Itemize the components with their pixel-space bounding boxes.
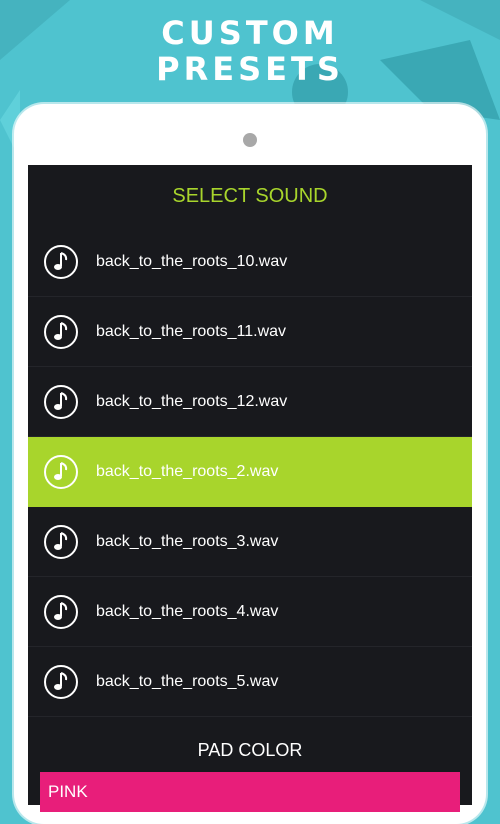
sound-list-item[interactable]: back_to_the_roots_12.wav [28, 367, 472, 437]
sound-list-item[interactable]: back_to_the_roots_4.wav [28, 577, 472, 647]
dialog-title: SELECT SOUND [172, 185, 328, 207]
sound-label: back_to_the_roots_5.wav [96, 672, 279, 690]
music-note-icon [44, 384, 78, 419]
sound-list-item[interactable]: back_to_the_roots_3.wav [28, 507, 472, 577]
sound-list-item[interactable]: back_to_the_roots_2.wav [28, 437, 472, 507]
music-note-icon [44, 314, 78, 349]
sound-label: back_to_the_roots_11.wav [96, 322, 287, 340]
pad-color-option-pink[interactable]: PINK [40, 772, 460, 812]
music-note-icon [44, 594, 78, 629]
sound-label: back_to_the_roots_12.wav [96, 392, 288, 410]
music-note-icon [44, 454, 78, 489]
sound-label: back_to_the_roots_3.wav [96, 532, 279, 550]
camera-icon [243, 133, 257, 147]
promo-headline-line2: PRESETS [156, 50, 344, 88]
sound-select-dialog: SELECT SOUND back_to_the_roots_10.wav ba… [28, 165, 472, 805]
sound-list: back_to_the_roots_10.wav back_to_the_roo… [28, 227, 472, 717]
music-note-icon [44, 664, 78, 699]
sound-label: back_to_the_roots_4.wav [96, 602, 279, 620]
sound-label: back_to_the_roots_2.wav [96, 462, 279, 480]
sound-list-item[interactable]: back_to_the_roots_5.wav [28, 647, 472, 717]
sound-list-item[interactable]: back_to_the_roots_11.wav [28, 297, 472, 367]
music-note-icon [44, 524, 78, 559]
music-note-icon [44, 244, 78, 279]
sound-label: back_to_the_roots_10.wav [96, 252, 288, 270]
sound-list-item[interactable]: back_to_the_roots_10.wav [28, 227, 472, 297]
promo-headline-line1: CUSTOM [161, 14, 339, 52]
